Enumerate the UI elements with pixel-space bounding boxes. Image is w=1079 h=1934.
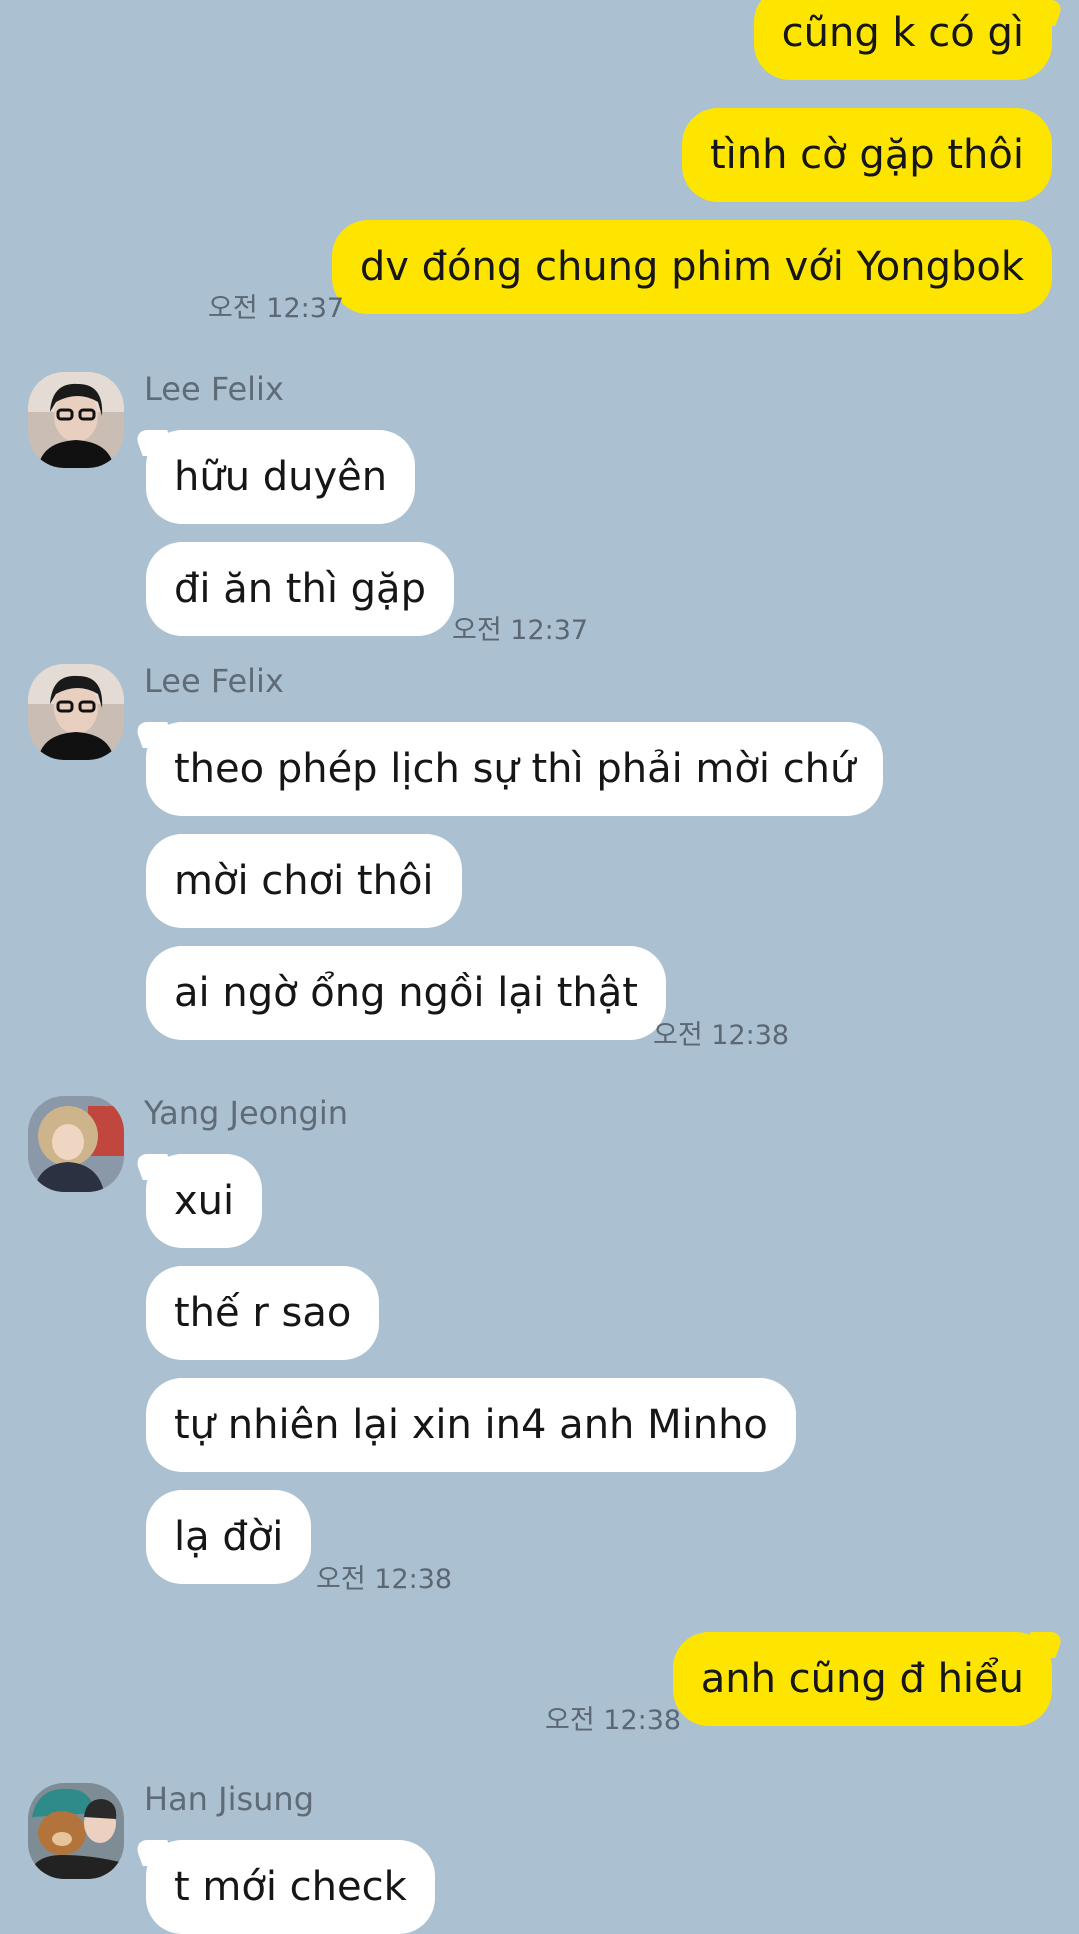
incoming-message-bubble[interactable]: ai ngờ ổng ngồi lại thật xyxy=(146,946,666,1040)
outgoing-message-bubble[interactable]: anh cũng đ hiểu xyxy=(672,1632,1052,1726)
incoming-message-bubble[interactable]: theo phép lịch sự thì phải mời chứ xyxy=(146,722,884,816)
incoming-message-bubble[interactable]: xui xyxy=(146,1154,263,1248)
profile-photo-icon xyxy=(28,1783,124,1879)
incoming-message-bubble[interactable]: tự nhiên lại xin in4 anh Minho xyxy=(146,1378,796,1472)
avatar-lee-felix[interactable] xyxy=(28,372,124,468)
sender-name: Yang Jeongin xyxy=(144,1094,348,1132)
incoming-message-bubble[interactable]: hữu duyên xyxy=(146,430,416,524)
outgoing-message-bubble[interactable]: tình cờ gặp thôi xyxy=(681,108,1052,202)
incoming-message-bubble[interactable]: mời chơi thôi xyxy=(146,834,462,928)
avatar-han-jisung[interactable] xyxy=(28,1783,124,1879)
incoming-message-bubble[interactable]: đi ăn thì gặp xyxy=(146,542,454,636)
profile-photo-icon xyxy=(28,1096,124,1192)
avatar-yang-jeongin[interactable] xyxy=(28,1096,124,1192)
message-timestamp: 오전 12:37 xyxy=(452,615,589,646)
profile-photo-icon xyxy=(28,664,124,760)
sender-name: Han Jisung xyxy=(144,1780,314,1818)
profile-photo-icon xyxy=(28,372,124,468)
message-timestamp: 오전 12:38 xyxy=(545,1705,682,1736)
outgoing-message-bubble[interactable]: dv đóng chung phim với Yongbok xyxy=(331,220,1052,314)
avatar-lee-felix[interactable] xyxy=(28,664,124,760)
message-timestamp: 오전 12:38 xyxy=(653,1020,790,1051)
sender-name: Lee Felix xyxy=(144,370,284,408)
chat-message-list[interactable]: cũng k có gì tình cờ gặp thôi dv đóng ch… xyxy=(0,0,1079,1934)
outgoing-message-bubble[interactable]: cũng k có gì xyxy=(753,0,1052,80)
incoming-message-bubble[interactable]: lạ đời xyxy=(146,1490,312,1584)
sender-name: Lee Felix xyxy=(144,662,284,700)
message-timestamp: 오전 12:37 xyxy=(208,293,345,324)
message-timestamp: 오전 12:38 xyxy=(316,1564,453,1595)
incoming-message-bubble[interactable]: thế r sao xyxy=(146,1266,380,1360)
